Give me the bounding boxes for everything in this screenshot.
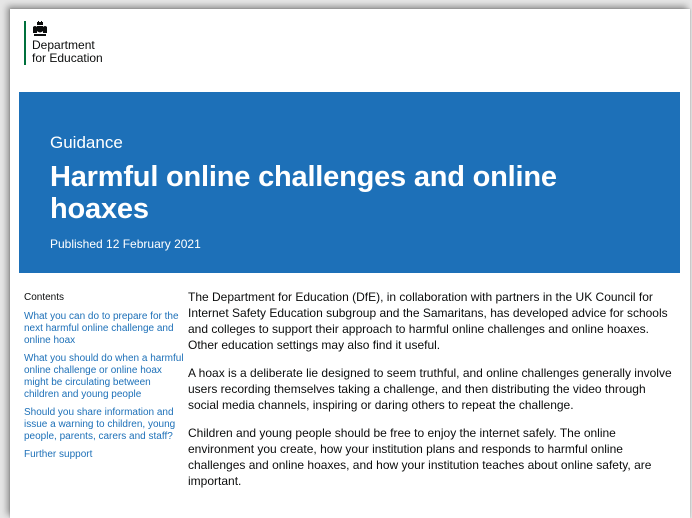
contents-list: Contents What you can do to prepare for … [24, 292, 184, 467]
body-paragraph: A hoax is a deliberate lie designed to s… [188, 366, 672, 412]
page-title: Harmful online challenges and online hoa… [50, 161, 557, 225]
document-type-label: Guidance [50, 133, 123, 152]
organisation-logo[interactable]: Department for Education [24, 21, 103, 65]
royal-coat-of-arms-icon [33, 21, 47, 36]
contents-link-what-to-do[interactable]: What you should do when a harmful online… [24, 353, 184, 401]
main-content: The Department for Education (DfE), in c… [188, 289, 678, 501]
page: Department for Education Guidance Harmfu… [10, 9, 690, 518]
title-banner: Guidance Harmful online challenges and o… [19, 92, 680, 273]
contents-heading: Contents [24, 292, 65, 303]
contents-link-prepare[interactable]: What you can do to prepare for the next … [24, 311, 184, 347]
published-date: Published 12 February 2021 [50, 237, 201, 251]
contents-link-further-support[interactable]: Further support [24, 449, 184, 461]
contents-link-share-warning[interactable]: Should you share information and issue a… [24, 407, 184, 443]
body-paragraph: Children and young people should be free… [188, 426, 652, 488]
body-paragraph: The Department for Education (DfE), in c… [188, 290, 668, 352]
org-name-line-2: for Education [32, 51, 103, 65]
